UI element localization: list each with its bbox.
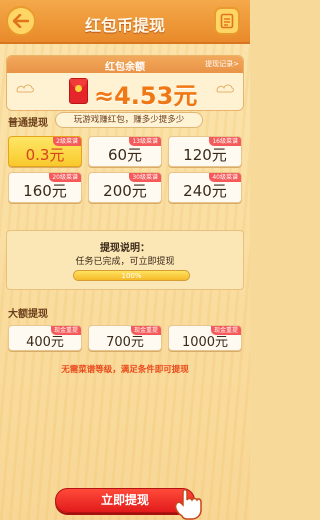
record-button[interactable] [214, 7, 240, 35]
withdraw-amount: 240元 [183, 182, 227, 200]
task-progress-bar: 100% [73, 270, 190, 281]
withdraw-amount: 160元 [23, 182, 67, 200]
withdraw-option-60[interactable]: 13级菜谱 60元 [88, 136, 162, 167]
document-icon [220, 13, 234, 29]
explanation-text: 任务已完成，可立即提现 [75, 257, 175, 267]
withdraw-option-120[interactable]: 16级菜谱 120元 [168, 136, 242, 167]
cloud-left-icon [16, 84, 34, 93]
withdraw-option-160[interactable]: 20级菜谱 160元 [8, 172, 82, 203]
withdraw-option-240[interactable]: 40级菜谱 240元 [168, 172, 242, 203]
withdraw-amount: 0.3元 [25, 146, 65, 164]
normal-withdraw-tip: 玩游戏赚红包，赚多少提多少 [55, 112, 203, 128]
large-withdraw-title: 大额提现 [8, 309, 48, 320]
top-bar: 红包币提现 [0, 0, 250, 44]
explanation-title: 提现说明： [100, 243, 150, 254]
withdraw-amount: 700元 [106, 335, 144, 350]
withdraw-record-link[interactable]: 提现记录> [205, 59, 239, 69]
balance-panel: 红包余额 提现记录> ≈4.53元 [6, 55, 244, 111]
progress-label: 100% [121, 272, 142, 280]
balance-amount: ≈4.53元 [94, 82, 198, 110]
red-envelope-icon [69, 78, 88, 104]
withdraw-amount: 120元 [183, 146, 227, 164]
cloud-right-icon [216, 84, 234, 93]
large-withdraw-option-700[interactable]: 现金重提 700元 [88, 325, 162, 351]
large-withdraw-option-1000[interactable]: 现金重提 1000元 [168, 325, 242, 351]
large-withdraw-note: 无需菜谱等级，满足条件即可提现 [61, 365, 189, 375]
withdraw-amount: 60元 [107, 146, 143, 164]
page-title: 红包币提现 [84, 16, 165, 35]
withdraw-amount: 400元 [26, 335, 64, 350]
normal-withdraw-title: 普通提现 [8, 118, 48, 129]
withdraw-explanation-panel: 提现说明： 任务已完成，可立即提现 100% [6, 230, 244, 290]
withdraw-option-200[interactable]: 30级菜谱 200元 [88, 172, 162, 203]
large-withdraw-option-400[interactable]: 现金重提 400元 [8, 325, 82, 351]
pointing-hand-icon [174, 489, 202, 520]
withdraw-option-0.3[interactable]: 2级菜谱 0.3元 [8, 136, 82, 167]
withdraw-amount: 1000元 [181, 335, 229, 350]
withdraw-amount: 200元 [103, 182, 147, 200]
